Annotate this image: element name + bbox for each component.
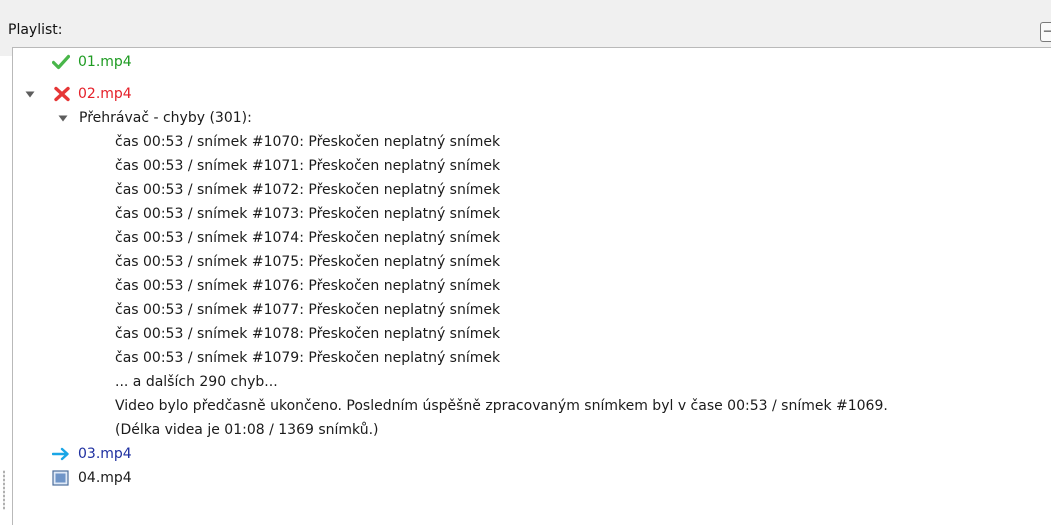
playlist-item-03[interactable]: 03.mp4 [50, 442, 450, 466]
playlist-item-04[interactable]: 04.mp4 [50, 466, 450, 490]
playlist-tree[interactable]: 01.mp4 02.mp4 Přehrávač - chyby (301): č… [12, 47, 1051, 525]
item-name: 03.mp4 [78, 446, 132, 462]
item-name: 01.mp4 [78, 54, 132, 70]
window-icon [52, 466, 70, 490]
error-line: čas 00:53 / snímek #1077: Přeskočen nepl… [115, 302, 501, 318]
error-line: čas 00:53 / snímek #1074: Přeskočen nepl… [115, 230, 501, 246]
playlist-window: Playlist: − 01.mp4 02.mp4 Přehrávač - ch… [0, 0, 1051, 525]
error-line: čas 00:53 / snímek #1070: Přeskočen nepl… [115, 134, 501, 150]
video-length-line: (Délka videa je 01:08 / 1369 snímků.) [115, 422, 379, 438]
error-group[interactable]: Přehrávač - chyby (301): [58, 106, 458, 130]
expand-toggle-icon[interactable] [25, 82, 37, 106]
error-line: čas 00:53 / snímek #1076: Přeskočen nepl… [115, 278, 501, 294]
summary-line: Video bylo předčasně ukončeno. Posledním… [115, 398, 888, 414]
error-line: čas 00:53 / snímek #1078: Přeskočen nepl… [115, 326, 501, 342]
cross-icon [53, 82, 71, 106]
more-errors-note: ... a dalších 290 chyb... [115, 374, 278, 390]
check-icon [52, 50, 70, 74]
error-line: čas 00:53 / snímek #1073: Přeskočen nepl… [115, 206, 501, 222]
splitter-grip[interactable] [3, 470, 5, 510]
playlist-item-01[interactable]: 01.mp4 [50, 50, 450, 74]
error-line: čas 00:53 / snímek #1075: Přeskočen nepl… [115, 254, 501, 270]
item-name: 02.mp4 [78, 86, 132, 102]
arrow-right-icon [52, 442, 70, 466]
error-line: čas 00:53 / snímek #1079: Přeskočen nepl… [115, 350, 501, 366]
error-line: čas 00:53 / snímek #1071: Přeskočen nepl… [115, 158, 501, 174]
playlist-title: Playlist: [8, 22, 63, 38]
item-name: 04.mp4 [78, 470, 132, 486]
error-line: čas 00:53 / snímek #1072: Přeskočen nepl… [115, 182, 501, 198]
collapse-button[interactable]: − [1040, 22, 1051, 42]
playlist-item-02[interactable]: 02.mp4 [25, 82, 425, 106]
error-group-title: Přehrávač - chyby (301): [79, 110, 252, 126]
expand-toggle-icon[interactable] [58, 106, 70, 130]
